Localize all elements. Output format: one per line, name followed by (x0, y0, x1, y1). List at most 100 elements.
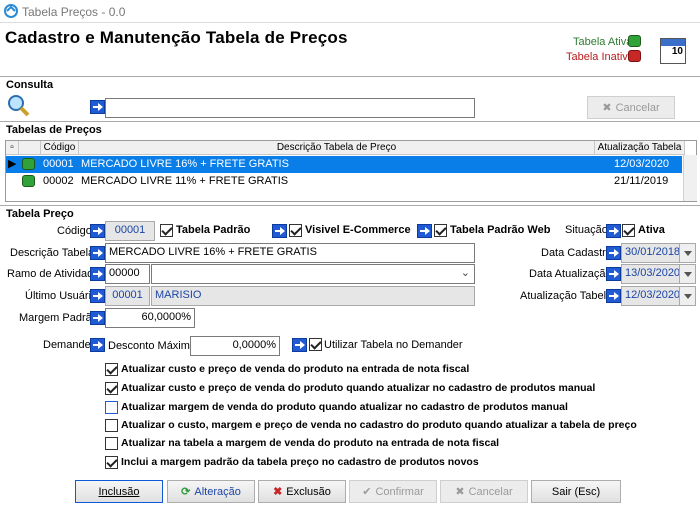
tabela-padrao-checkbox[interactable] (160, 224, 173, 237)
option-label: Atualizar margem de venda do produto qua… (121, 401, 568, 413)
data-atualizacao-field[interactable]: 13/03/2020 (621, 264, 696, 284)
cancel-icon: ✖ (602, 102, 612, 114)
inclusao-button[interactable]: Inclusão (75, 480, 163, 503)
option-checkbox[interactable] (105, 363, 118, 376)
chevron-down-icon[interactable] (679, 264, 696, 284)
ultimo-usuario-label: Último Usuário: (25, 290, 101, 302)
ramo-select[interactable]: ⌄ (151, 264, 475, 284)
row-codigo: 00002 (43, 175, 74, 187)
option-label: Atualizar na tabela a margem de venda do… (121, 437, 500, 449)
option-label: Inclui a margem padrão da tabela preço n… (121, 456, 479, 468)
descricao-field[interactable]: MERCADO LIVRE 16% + FRETE GRATIS (105, 243, 475, 263)
desconto-field[interactable]: 0,0000% (190, 336, 280, 356)
chevron-down-icon[interactable] (679, 286, 696, 306)
padrao-web-arrow-icon (417, 224, 432, 238)
row-atualizacao: 12/03/2020 (614, 158, 670, 170)
calendar-report-icon[interactable]: 10 (660, 38, 686, 64)
option-checkbox[interactable] (105, 419, 118, 432)
data-atualizacao-label: Data Atualização: (529, 268, 615, 280)
codigo-field[interactable]: 00001 (105, 221, 155, 241)
app-icon (4, 4, 18, 18)
legend-active-icon (628, 35, 641, 47)
situacao-label: Situação: (565, 224, 611, 236)
grid-status-header (19, 141, 41, 155)
sair-button[interactable]: Sair (Esc) (531, 480, 621, 503)
desconto-label: Desconto Máximo: (108, 340, 200, 352)
consulta-cancel-button[interactable]: ✖ Cancelar (587, 96, 675, 119)
search-arrow-icon (90, 100, 105, 114)
ecommerce-arrow-icon (272, 224, 287, 238)
row-atualizacao: 21/11/2019 (614, 175, 669, 187)
margem-arrow-icon (90, 311, 105, 325)
option-checkbox[interactable] (105, 401, 118, 414)
grid-header-atualizacao[interactable]: Atualização Tabela (595, 141, 685, 155)
usuario-code-field: 00001 (105, 286, 150, 306)
legend-inactive-label: Tabela Inativa (566, 51, 634, 63)
atualizacao-tabela-label: Atualização Tabela: (520, 290, 616, 302)
margem-field[interactable]: 60,0000% (105, 308, 195, 328)
codigo-arrow-icon (90, 224, 105, 238)
atualizacao-tabela-field[interactable]: 12/03/2020 (621, 286, 696, 306)
chevron-down-icon: ⌄ (460, 267, 470, 279)
utilizar-demander-checkbox[interactable] (309, 338, 322, 351)
legend-inactive-icon (628, 50, 641, 62)
situacao-arrow-icon (606, 224, 621, 238)
ramo-label: Ramo de Atividade: (7, 268, 103, 280)
option-checkbox[interactable] (105, 382, 118, 395)
row-descricao: MERCADO LIVRE 16% + FRETE GRATIS (81, 158, 289, 170)
usuario-name-field: MARISIO (151, 286, 475, 306)
descricao-label: Descrição Tabela: (10, 247, 98, 259)
search-input[interactable] (105, 98, 475, 118)
chevron-down-icon[interactable] (679, 243, 696, 263)
exclusao-button[interactable]: ✖ Exclusão (258, 480, 346, 503)
refresh-icon: ⟳ (181, 486, 191, 498)
status-active-icon (22, 158, 35, 170)
ramo-arrow-icon (90, 267, 105, 281)
window-title: Tabela Preços - 0.0 (22, 5, 126, 19)
data-cadastro-arrow-icon (606, 246, 621, 260)
table-row[interactable]: ▶ 00001 MERCADO LIVRE 16% + FRETE GRATIS… (6, 156, 682, 173)
option-checkbox[interactable] (105, 437, 118, 450)
option-checkbox[interactable] (105, 456, 118, 469)
visivel-ecommerce-checkbox[interactable] (289, 224, 302, 237)
price-tables-grid: ▫ Código Descrição Tabela de Preço Atual… (5, 140, 697, 202)
search-icon[interactable] (6, 93, 30, 117)
usuario-arrow-icon (90, 289, 105, 303)
margem-label: Margem Padrão: (19, 312, 101, 324)
page-title: Cadastro e Manutenção Tabela de Preços (5, 28, 348, 47)
descricao-arrow-icon (90, 246, 105, 260)
utilizar-demander-arrow-icon (292, 338, 307, 352)
table-row[interactable]: 00002 MERCADO LIVRE 11% + FRETE GRATIS 2… (6, 173, 682, 190)
ativa-checkbox[interactable] (622, 224, 635, 237)
option-label: Atualizar o custo, margem e preço de ven… (121, 419, 637, 431)
row-codigo: 00001 (43, 158, 74, 170)
ativa-label: Ativa (638, 224, 665, 236)
visivel-ecommerce-label: Visivel E-Commerce (305, 224, 411, 236)
data-atualizacao-arrow-icon (606, 267, 621, 281)
grid-header-descricao[interactable]: Descrição Tabela de Preço (79, 141, 595, 155)
option-label: Atualizar custo e preço de venda do prod… (121, 363, 470, 375)
window-titlebar: Tabela Preços - 0.0 (0, 0, 700, 23)
demander-arrow-icon (90, 338, 105, 352)
option-label: Atualizar custo e preço de venda do prod… (121, 382, 596, 394)
check-icon: ✔ (362, 486, 372, 498)
ramo-code-field[interactable]: 00000 (105, 264, 150, 284)
tabela-padrao-label: Tabela Padrão (176, 224, 251, 236)
data-cadastro-field[interactable]: 30/01/2018 (621, 243, 696, 263)
grid-header-codigo[interactable]: Código (41, 141, 79, 155)
cancelar-button[interactable]: ✖ Cancelar (440, 480, 528, 503)
legend-active-label: Tabela Ativa (573, 36, 633, 48)
tabela-padrao-web-checkbox[interactable] (434, 224, 447, 237)
tabela-padrao-web-label: Tabela Padrão Web (450, 224, 551, 236)
data-cadastro-label: Data Cadastro: (541, 247, 615, 259)
confirmar-button[interactable]: ✔ Confirmar (349, 480, 437, 503)
grid-scrollbar[interactable] (683, 155, 697, 201)
cancel-icon: ✖ (455, 486, 465, 498)
row-descricao: MERCADO LIVRE 11% + FRETE GRATIS (81, 175, 289, 187)
form-section-title: Tabela Preço (6, 208, 74, 220)
row-pointer-icon: ▶ (8, 158, 17, 170)
alteracao-button[interactable]: ⟳ Alteração (167, 480, 255, 503)
status-active-icon (22, 175, 35, 187)
delete-icon: ✖ (273, 486, 283, 498)
grid-row-indicator-header: ▫ (6, 141, 19, 155)
